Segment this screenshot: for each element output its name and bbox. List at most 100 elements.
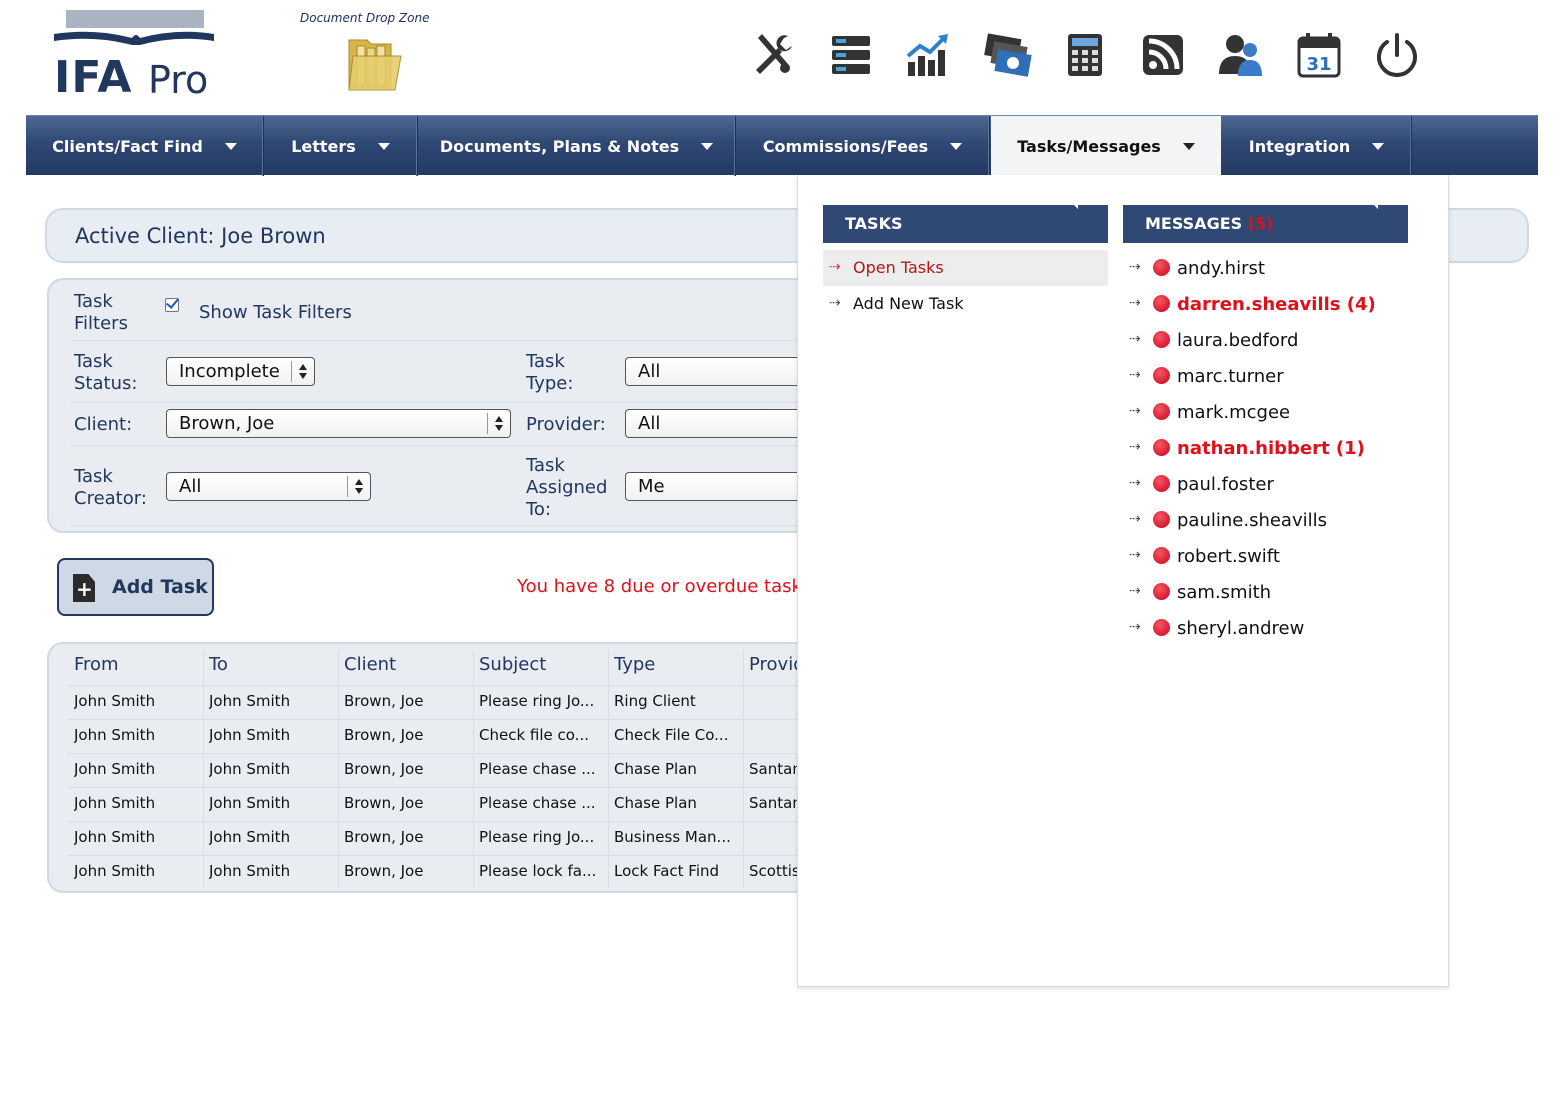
arrow-right-icon: ⇢ — [1129, 475, 1141, 491]
message-sender-link[interactable]: paul.foster — [1177, 474, 1274, 495]
table-cell[interactable]: Scottish — [749, 862, 797, 880]
caret-down-icon — [377, 142, 390, 150]
document-drop-zone[interactable] — [345, 34, 405, 96]
message-sender-link[interactable]: sam.smith — [1177, 582, 1271, 603]
table-cell[interactable]: Brown, Joe — [344, 726, 469, 744]
ifa-pro-logo[interactable]: IFA Pro — [54, 8, 224, 103]
folder-icon — [348, 39, 402, 91]
client-select[interactable]: Brown, Joe — [166, 409, 511, 438]
table-cell[interactable]: John Smith — [74, 760, 199, 778]
table-cell[interactable]: Please ring Jo... — [479, 692, 604, 710]
table-cell[interactable]: Lock Fact Find — [614, 862, 739, 880]
task-creator-select[interactable]: All — [166, 472, 371, 501]
message-sender-link[interactable]: andy.hirst — [1177, 258, 1265, 279]
message-sender-link[interactable]: pauline.sheavills — [1177, 510, 1327, 531]
database-icon[interactable] — [826, 30, 876, 80]
table-cell[interactable]: John Smith — [209, 726, 334, 744]
calendar-icon[interactable]: 31 — [1294, 30, 1344, 80]
table-cell[interactable]: Santander — [749, 794, 797, 812]
message-sender-link[interactable]: nathan.hibbert (1) — [1177, 438, 1365, 459]
message-sender-link[interactable]: laura.bedford — [1177, 330, 1298, 351]
message-sender-link[interactable]: robert.swift — [1177, 546, 1280, 567]
table-cell[interactable]: Santander — [749, 760, 797, 778]
task-assigned-select[interactable]: Me — [625, 472, 825, 501]
chart-icon[interactable] — [904, 30, 954, 80]
table-cell[interactable]: John Smith — [209, 760, 334, 778]
table-cell[interactable]: John Smith — [74, 726, 199, 744]
table-cell[interactable]: Brown, Joe — [344, 760, 469, 778]
column-header[interactable]: From — [74, 654, 199, 675]
provider-select[interactable]: All — [625, 409, 825, 438]
table-cell[interactable]: Brown, Joe — [344, 692, 469, 710]
column-header[interactable]: Type — [614, 654, 739, 675]
table-cell[interactable]: John Smith — [74, 862, 199, 880]
message-sender-link[interactable]: marc.turner — [1177, 366, 1284, 387]
nav-label: Letters — [291, 136, 356, 156]
table-cell[interactable]: John Smith — [209, 828, 334, 846]
column-header[interactable]: Subject — [479, 654, 604, 675]
table-cell[interactable]: John Smith — [209, 862, 334, 880]
arrow-right-icon: ⇢ — [1129, 403, 1141, 419]
table-cell[interactable]: John Smith — [209, 794, 334, 812]
add-new-task-link[interactable]: Add New Task — [853, 294, 964, 313]
row-divider — [67, 821, 797, 822]
table-cell[interactable]: John Smith — [74, 692, 199, 710]
table-cell[interactable]: Brown, Joe — [344, 794, 469, 812]
add-task-button[interactable]: Add Task — [57, 558, 214, 616]
table-cell[interactable]: Check File Co... — [614, 726, 739, 744]
nav-clients-fact-find[interactable]: Clients/Fact Find — [26, 116, 264, 176]
show-task-filters-checkbox[interactable] — [165, 298, 179, 312]
table-cell[interactable]: Please lock fa... — [479, 862, 604, 880]
main-nav-bar: Clients/Fact Find Letters Documents, Pla… — [26, 115, 1538, 176]
row-divider — [67, 719, 797, 720]
table-cell[interactable]: John Smith — [74, 828, 199, 846]
table-cell[interactable]: Chase Plan — [614, 760, 739, 778]
nav-tasks-messages[interactable]: Tasks/Messages — [991, 116, 1221, 176]
table-cell[interactable]: Chase Plan — [614, 794, 739, 812]
rss-icon[interactable] — [1138, 30, 1188, 80]
open-tasks-link[interactable]: Open Tasks — [853, 258, 944, 277]
caret-down-icon — [950, 142, 963, 150]
task-assigned-value: Me — [638, 476, 665, 497]
calculator-icon[interactable] — [1060, 30, 1110, 80]
table-cell[interactable]: Please ring Jo... — [479, 828, 604, 846]
table-cell[interactable]: Ring Client — [614, 692, 739, 710]
power-icon[interactable] — [1372, 30, 1422, 80]
nav-integration[interactable]: Integration — [1222, 116, 1412, 176]
message-sender-link[interactable]: darren.sheavills (4) — [1177, 294, 1376, 315]
nav-letters[interactable]: Letters — [264, 116, 418, 176]
nav-documents-plans-notes[interactable]: Documents, Plans & Notes — [418, 116, 736, 176]
task-type-value: All — [638, 361, 661, 382]
arrow-right-icon: ⇢ — [1129, 583, 1141, 599]
task-status-select[interactable]: Incomplete — [166, 357, 315, 386]
table-cell[interactable]: Check file co... — [479, 726, 604, 744]
message-status-dot-icon — [1153, 295, 1170, 312]
nav-commissions-fees[interactable]: Commissions/Fees — [736, 116, 990, 176]
column-header[interactable]: Provider — [749, 654, 797, 675]
table-cell[interactable]: John Smith — [209, 692, 334, 710]
arrow-right-icon: ⇢ — [1129, 511, 1141, 527]
table-cell[interactable]: Please chase ... — [479, 760, 604, 778]
table-cell[interactable]: Business Man... — [614, 828, 739, 846]
column-header[interactable]: To — [209, 654, 334, 675]
task-filters-label: Task Filters — [74, 291, 128, 334]
divider — [70, 525, 800, 526]
arrow-right-icon: ⇢ — [829, 295, 841, 311]
table-cell[interactable]: Brown, Joe — [344, 828, 469, 846]
add-task-label: Add Task — [112, 576, 208, 598]
task-type-select[interactable]: All — [625, 357, 825, 386]
table-cell[interactable]: Please chase ... — [479, 794, 604, 812]
nav-label: Documents, Plans & Notes — [439, 136, 680, 156]
arrow-right-icon: ⇢ — [1129, 259, 1141, 275]
users-icon[interactable] — [1216, 30, 1266, 80]
message-sender-link[interactable]: mark.mcgee — [1177, 402, 1290, 423]
tools-icon[interactable] — [748, 30, 798, 80]
cash-icon[interactable] — [982, 30, 1032, 80]
table-cell[interactable]: Brown, Joe — [344, 862, 469, 880]
table-cell[interactable]: John Smith — [74, 794, 199, 812]
divider — [70, 402, 800, 403]
column-header[interactable]: Client — [344, 654, 469, 675]
task-status-label: Task Status: — [74, 351, 138, 394]
row-divider — [67, 855, 797, 856]
message-sender-link[interactable]: sheryl.andrew — [1177, 618, 1304, 639]
